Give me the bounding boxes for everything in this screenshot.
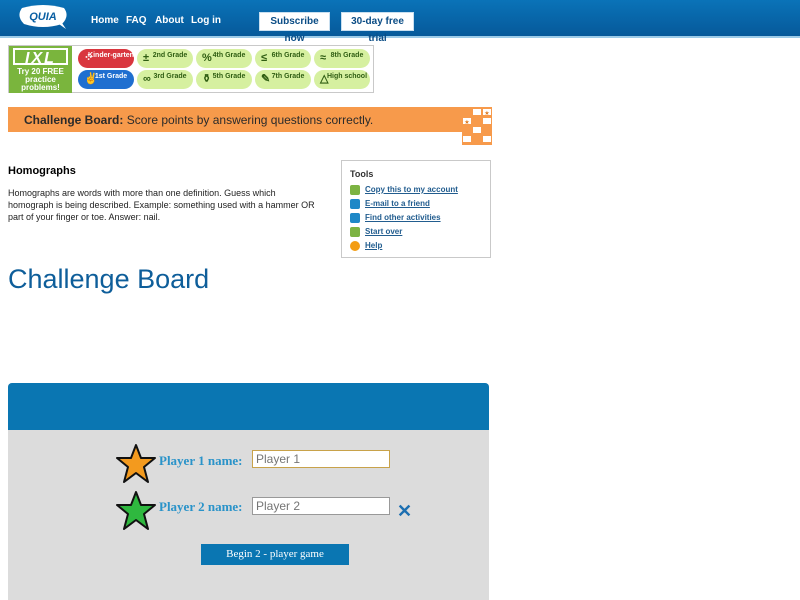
ixl-tagline: Try 20 FREE practice problems! [17,67,64,92]
grade-button[interactable]: % 4th Grade [196,49,252,68]
tool-label: Start over [365,227,403,237]
grade-symbol-icon: % [202,52,212,64]
nav-home-link[interactable]: Home [91,15,119,26]
challenge-header-text: Score points by answering questions corr… [126,113,374,127]
player2-star-icon [116,491,156,530]
ixl-logo: IXL [13,48,68,67]
grade-symbol-icon: ⁘ [84,52,94,64]
activity-description: Homographs are words with more than one … [8,188,315,222]
grade-symbol-icon: ± [143,52,150,64]
copy-icon [350,185,360,195]
ixl-ad-banner[interactable]: IXL Try 20 FREE practice problems! ⁘ Kind… [8,45,374,93]
free-trial-button[interactable]: 30-day free trial [341,12,414,44]
quia-logo[interactable]: QUIA [16,4,70,30]
remove-player-icon[interactable]: ✕ [397,501,412,522]
tool-label: E-mail to a friend [365,199,430,209]
grade-label: 6th Grade [271,52,305,59]
grade-symbol-icon: ≤ [261,52,268,64]
grade-label: Kinder-garten [88,52,134,59]
svg-text:★: ★ [484,110,489,117]
begin-game-button[interactable]: Begin 2 - player game [201,544,349,565]
grade-label: 5th Grade [212,73,246,80]
grade-button[interactable]: ✌ 1st Grade [78,70,134,89]
email-friend-link[interactable]: E-mail to a friend [350,199,430,209]
grade-button[interactable]: ∞ 3rd Grade [137,70,193,89]
grade-symbol-icon: ⚱ [202,73,212,85]
game-panel: Player 1 name: Player 2 name: ✕ Begin 2 … [8,383,489,600]
grade-button[interactable]: ±2nd Grade [137,49,193,68]
subscribe-button[interactable]: Subscribe now [259,12,330,44]
grade-button[interactable]: ⚱ 5th Grade [196,70,252,89]
nav-about-link[interactable]: About [155,15,184,26]
player1-star-icon [116,444,156,483]
game-panel-header [8,383,489,430]
player2-label: Player 2 name: [159,499,243,514]
grade-label: 7th Grade [271,73,305,80]
grade-button[interactable]: ≈8th Grade [314,49,370,68]
tool-label: Copy this to my account [365,185,458,195]
tools-panel: Tools Copy this to my account E-mail to … [341,160,491,258]
find-icon [350,213,360,223]
player1-label: Player 1 name: [159,453,243,468]
tools-title: Tools [350,169,374,179]
grade-button[interactable]: ≤6th Grade [255,49,311,68]
grade-label: 1st Grade [94,73,128,80]
svg-text:★: ★ [464,119,469,126]
grade-symbol-icon: ✌ [84,73,98,85]
grade-label: 8th Grade [330,52,364,59]
logo-text: QUIA [29,11,57,23]
player2-name-input[interactable] [252,497,390,515]
grade-label: High school [326,73,368,80]
grade-symbol-icon: ∞ [143,73,151,85]
ixl-promo-panel[interactable]: IXL Try 20 FREE practice problems! [9,46,72,93]
grade-label: 3rd Grade [153,73,187,80]
tool-label: Help [365,241,383,251]
grade-symbol-icon: ✎ [261,73,271,85]
grade-label: 2nd Grade [152,52,188,59]
grade-button[interactable]: ⁘ Kinder-garten [78,49,134,68]
grade-symbol-icon: ≈ [320,52,327,64]
help-link[interactable]: Help [350,241,382,251]
grade-button[interactable]: △ High school [314,70,370,89]
nav-faq-link[interactable]: FAQ [126,15,147,26]
challenge-board-header: Challenge Board: Score points by answeri… [8,107,462,132]
player1-name-input[interactable] [252,450,390,468]
grade-symbol-icon: △ [320,73,329,85]
activity-title: Homographs [8,165,76,177]
challenge-grid-icon: ★ ★ [462,107,492,145]
start-over-icon [350,227,360,237]
nav-login-link[interactable]: Log in [191,15,221,26]
find-activities-link[interactable]: Find other activities [350,213,441,223]
help-icon [350,241,360,251]
page-title: Challenge Board [8,264,210,294]
grade-button[interactable]: ✎ 7th Grade [255,70,311,89]
grade-label: 4th Grade [212,52,246,59]
tool-label: Find other activities [365,213,441,223]
challenge-header-title: Challenge Board: [24,113,124,127]
start-over-link[interactable]: Start over [350,227,402,237]
email-icon [350,199,360,209]
top-navigation-bar: QUIA Home FAQ About Log in Subscribe now… [0,0,800,44]
copy-to-account-link[interactable]: Copy this to my account [350,185,458,195]
